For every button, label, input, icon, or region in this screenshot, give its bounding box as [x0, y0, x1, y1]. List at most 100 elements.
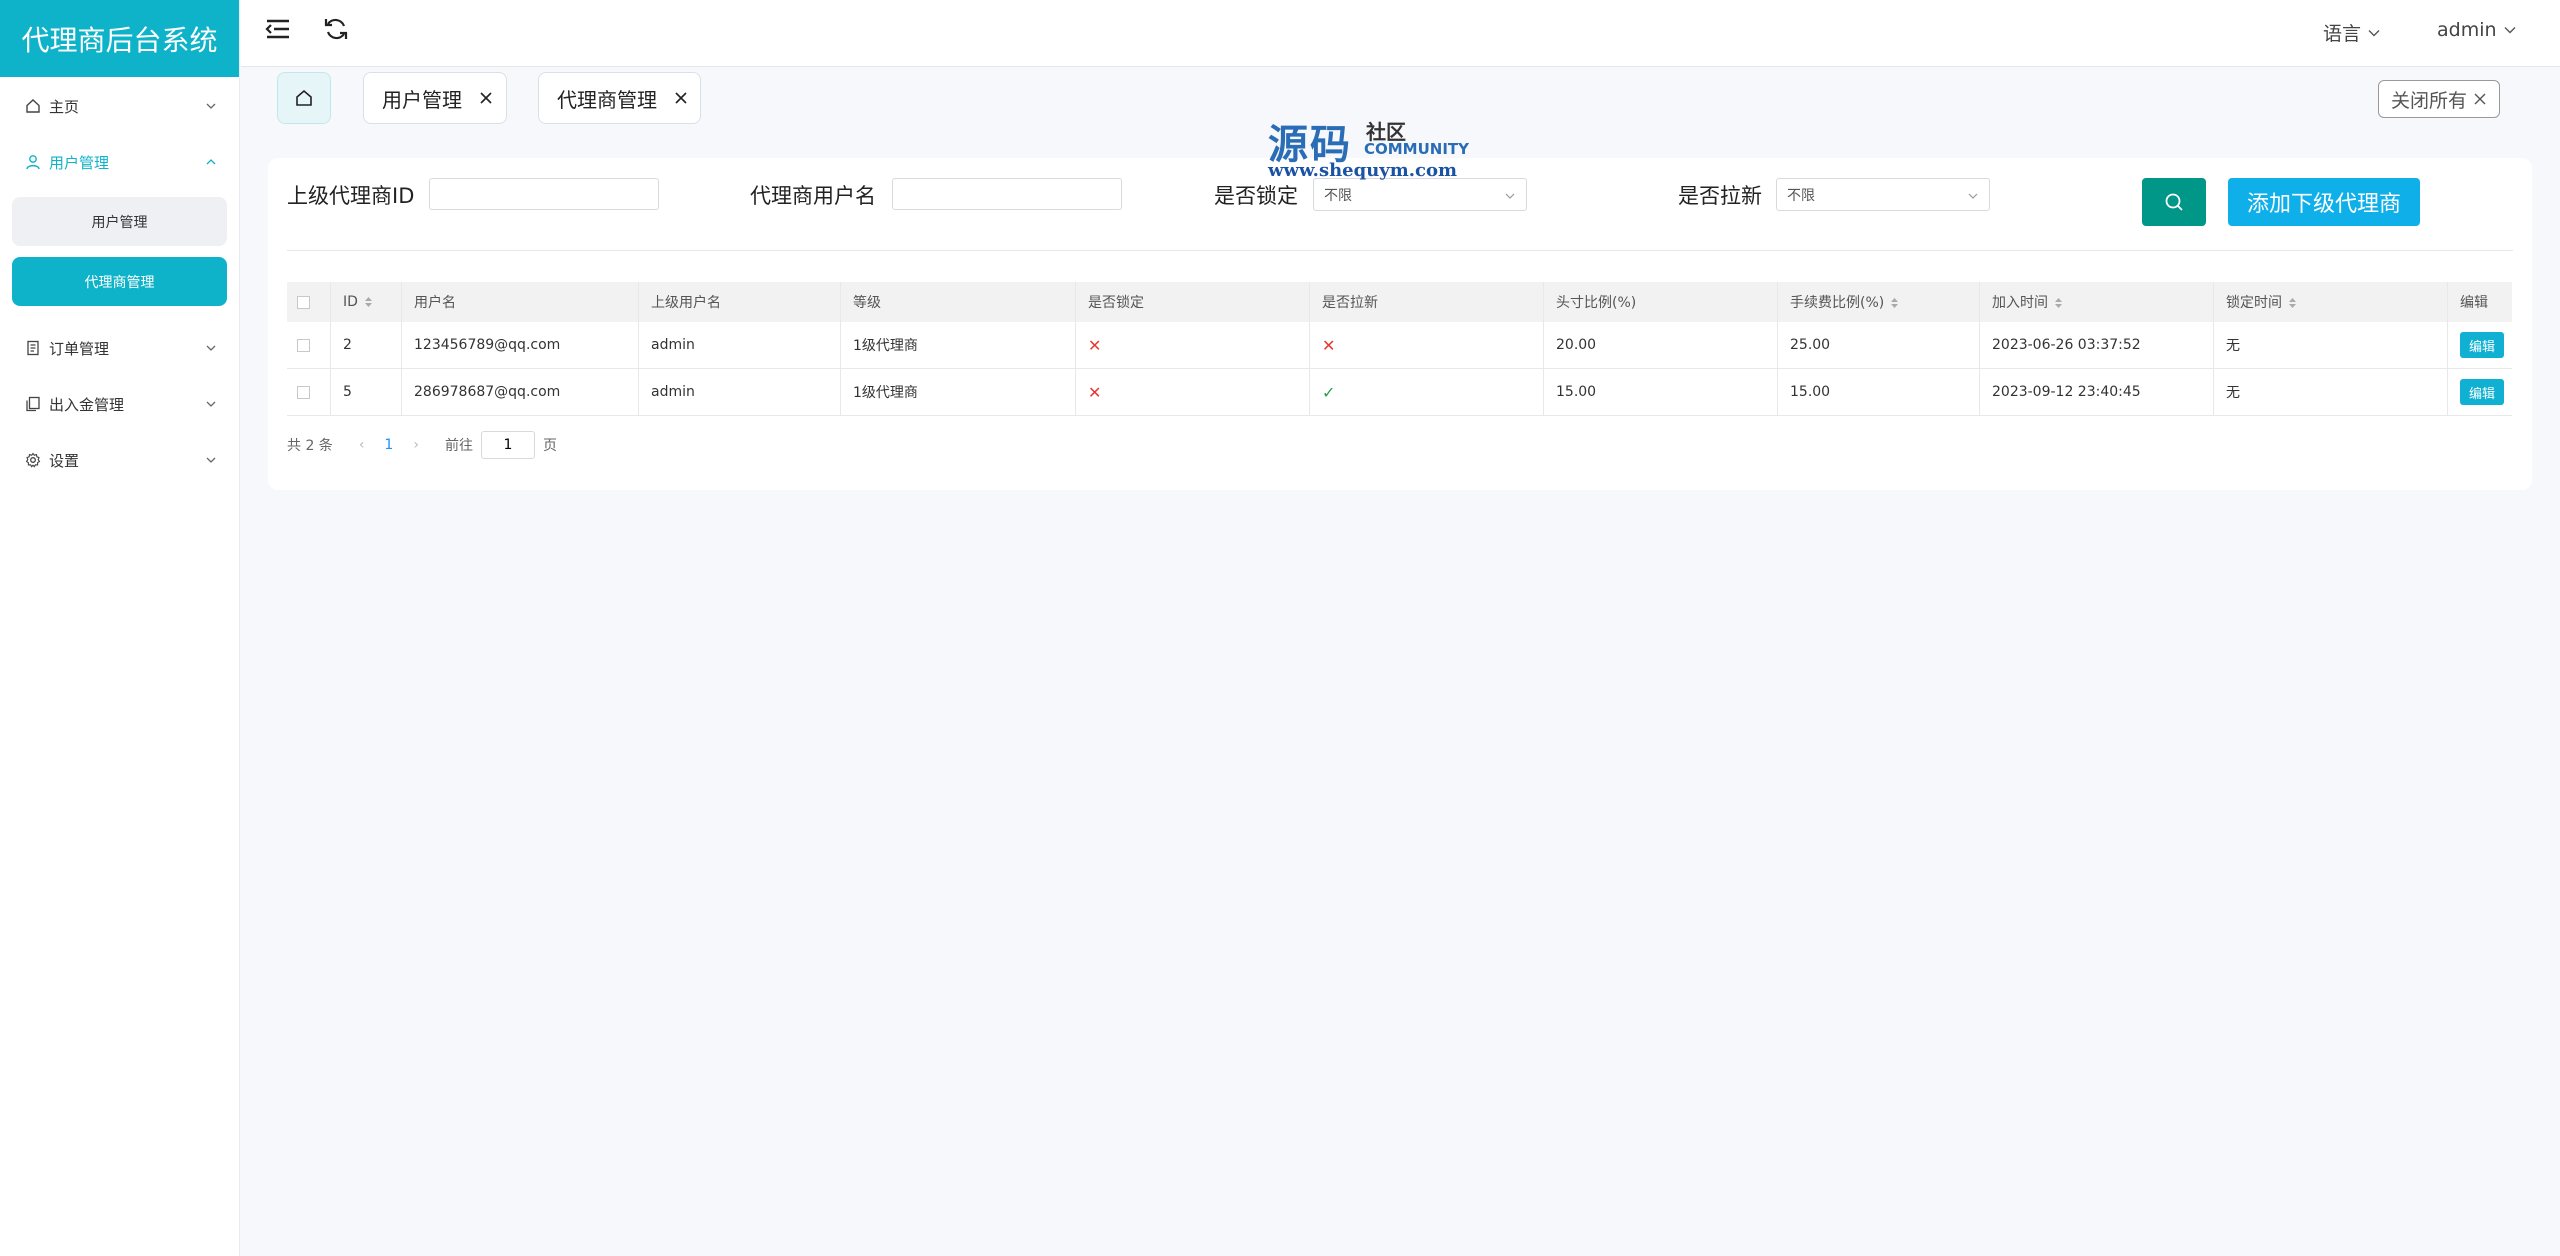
column-label: 锁定时间 [2226, 295, 2282, 311]
cell-position-ratio: 15.00 [1543, 368, 1778, 416]
cell-locked: ✕ [1075, 322, 1310, 369]
select-all-checkbox[interactable] [297, 295, 310, 309]
pagination: 共 2 条 ‹ 1 › 前往 页 [287, 430, 557, 460]
close-all-label: 关闭所有 [2390, 89, 2467, 112]
column-header-id[interactable]: ID [330, 282, 402, 322]
chevron-down-icon [205, 398, 217, 410]
select-value: 不限 [1787, 187, 1815, 204]
refresh-icon[interactable] [321, 14, 351, 44]
column-header-username: 用户名 [401, 282, 639, 322]
edit-button[interactable]: 编辑 [2460, 379, 2504, 405]
tab-user-management[interactable]: 用户管理 [363, 72, 507, 124]
search-icon [2163, 191, 2185, 213]
sidebar-item-settings[interactable]: 设置 [0, 432, 239, 488]
column-header-position-ratio: 头寸比例(%) [1543, 282, 1778, 322]
sidebar-subitem-agent-management[interactable]: 代理商管理 [12, 257, 227, 306]
cell-invite: ✕ [1309, 322, 1544, 369]
column-label: 手续费比例(%) [1790, 295, 1885, 311]
row-checkbox[interactable] [297, 385, 310, 399]
column-label: 加入时间 [1992, 295, 2048, 311]
gear-icon [25, 452, 41, 468]
sidebar-subitem-user-management[interactable]: 用户管理 [12, 197, 227, 246]
invite-filter-select[interactable]: 不限 [1776, 178, 1990, 211]
document-icon [25, 340, 41, 356]
search-button[interactable] [2142, 178, 2206, 226]
cell-locked: ✕ [1075, 368, 1310, 416]
cell-fee-ratio: 15.00 [1777, 368, 1980, 416]
column-header-parent: 上级用户名 [638, 282, 841, 322]
close-icon [2473, 92, 2487, 106]
language-label: 语言 [2323, 23, 2362, 45]
agent-username-input[interactable] [892, 178, 1122, 210]
top-bar: 语言 admin [241, 0, 2560, 67]
sidebar-item-orders[interactable]: 订单管理 [0, 320, 239, 376]
edit-button[interactable]: 编辑 [2460, 332, 2504, 358]
column-header-fee-ratio[interactable]: 手续费比例(%) [1777, 282, 1980, 322]
chevron-down-icon [205, 100, 217, 112]
close-icon[interactable] [673, 90, 689, 106]
page-suffix: 页 [542, 438, 557, 454]
chevron-down-icon [2367, 26, 2381, 40]
row-select-cell [287, 322, 331, 369]
cell-username: 123456789@qq.com [401, 322, 639, 369]
cell-fee-ratio: 25.00 [1777, 322, 1980, 369]
sidebar-item-funds[interactable]: 出入金管理 [0, 376, 239, 432]
row-checkbox[interactable] [297, 338, 310, 352]
home-icon [25, 98, 41, 114]
next-page-icon[interactable]: › [413, 437, 419, 453]
prev-page-icon[interactable]: ‹ [359, 437, 365, 453]
sort-icon [1891, 298, 1899, 308]
chevron-down-icon [2503, 23, 2517, 37]
cell-join-time: 2023-09-12 23:40:45 [1979, 368, 2214, 416]
agent-table: ID 用户名 上级用户名 等级 是否锁定 是否拉新 头寸比例(%) 手续费比例(… [287, 282, 2512, 416]
invite-filter-label: 是否拉新 [1678, 184, 1762, 208]
tab-label: 代理商管理 [557, 87, 657, 112]
parent-id-label: 上级代理商ID [287, 184, 415, 208]
user-dropdown[interactable]: admin [2437, 19, 2517, 41]
agent-username-label: 代理商用户名 [750, 184, 876, 208]
close-all-tabs-button[interactable]: 关闭所有 [2378, 80, 2500, 118]
chevron-down-icon [205, 454, 217, 466]
tab-home[interactable] [277, 72, 331, 124]
sidebar-item-label: 主页 [49, 97, 80, 116]
cell-username: 286978687@qq.com [401, 368, 639, 416]
watermark-en-text: COMMUNITY [1364, 140, 1470, 158]
username-label: admin [2437, 19, 2497, 41]
sidebar-item-label: 用户管理 [49, 153, 110, 172]
column-header-lock-time[interactable]: 锁定时间 [2213, 282, 2448, 322]
sidebar: 代理商后台系统 主页 用户管理 用户管理 代理商管理 订单管理 出入金管理 设置 [0, 0, 240, 1256]
column-header-level: 等级 [840, 282, 1076, 322]
sidebar-item-label: 订单管理 [49, 339, 110, 358]
tab-agent-management[interactable]: 代理商管理 [538, 72, 701, 124]
cell-position-ratio: 20.00 [1543, 322, 1778, 369]
cell-parent: admin [638, 368, 841, 416]
copy-icon [25, 396, 41, 412]
add-sub-agent-button[interactable]: 添加下级代理商 [2228, 178, 2420, 226]
chevron-down-icon [1504, 190, 1516, 202]
page-number[interactable]: 1 [384, 437, 393, 453]
parent-id-input[interactable] [429, 178, 659, 210]
cell-level: 1级代理商 [840, 322, 1076, 369]
app-title: 代理商后台系统 [0, 0, 239, 77]
table-row: 5 286978687@qq.com admin 1级代理商 ✕ ✓ 15.00… [287, 368, 2512, 416]
column-header-join-time[interactable]: 加入时间 [1979, 282, 2214, 322]
goto-page-input[interactable] [480, 431, 535, 459]
menu-fold-icon[interactable] [263, 14, 293, 44]
total-count: 共 2 条 [287, 438, 333, 454]
cell-lock-time: 无 [2213, 322, 2448, 369]
cross-icon: ✕ [1088, 335, 1102, 355]
user-icon [25, 154, 41, 170]
sidebar-item-home[interactable]: 主页 [0, 78, 239, 134]
sidebar-item-label: 出入金管理 [49, 395, 125, 414]
locked-filter-label: 是否锁定 [1214, 184, 1298, 208]
agent-list-card: 上级代理商ID 代理商用户名 是否锁定 不限 是否拉新 不限 添加下级代理商 I… [268, 158, 2532, 490]
chevron-down-icon [1967, 190, 1979, 202]
cell-join-time: 2023-06-26 03:37:52 [1979, 322, 2214, 369]
close-icon[interactable] [478, 90, 494, 106]
language-dropdown[interactable]: 语言 [2323, 19, 2381, 46]
cell-edit: 编辑 [2447, 368, 2512, 416]
cell-edit: 编辑 [2447, 322, 2512, 369]
cross-icon: ✕ [1088, 382, 1102, 402]
column-header-locked: 是否锁定 [1075, 282, 1310, 322]
sidebar-item-user-management[interactable]: 用户管理 [0, 134, 239, 190]
